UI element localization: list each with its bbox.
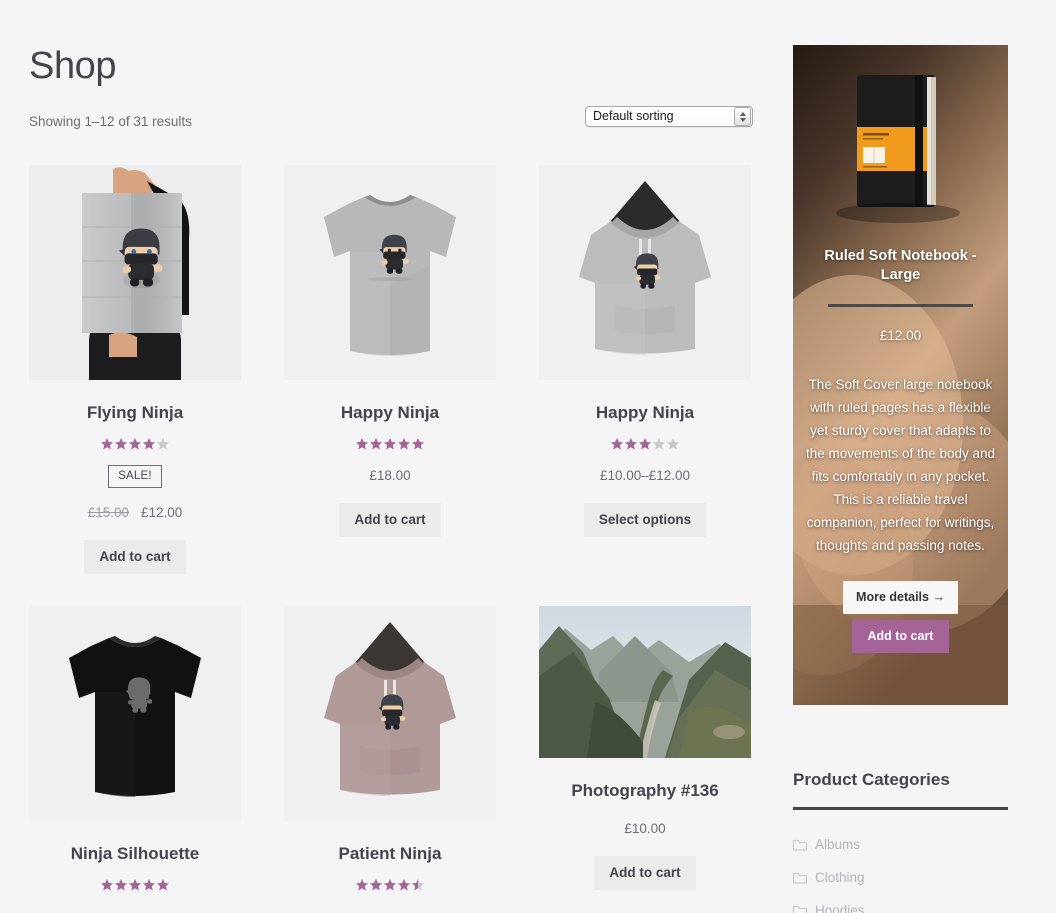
- featured-product-price: £12.00: [879, 328, 922, 343]
- product-title: Ninja Silhouette: [70, 844, 200, 863]
- product-grid: Flying Ninja SALE! £15.00 £12.00 Add to c…: [29, 165, 753, 913]
- star-rating: [29, 437, 241, 451]
- folder-icon: [793, 872, 807, 884]
- product-image-poster-ninja[interactable]: [29, 165, 241, 380]
- product-card[interactable]: Happy Ninja £18.00 Add to cart: [284, 165, 496, 574]
- product-title: Happy Ninja: [595, 403, 695, 422]
- sorting-selected-value: Default sorting: [593, 109, 674, 123]
- divider: [828, 304, 973, 307]
- sale-badge: SALE!: [108, 465, 162, 488]
- product-price: £15.00 £12.00: [29, 504, 241, 522]
- featured-product-description: The Soft Cover large notebook with ruled…: [805, 377, 996, 553]
- select-options-button[interactable]: Select options: [583, 503, 707, 537]
- star-rating: [539, 437, 751, 451]
- add-to-cart-button[interactable]: Add to cart: [594, 856, 696, 890]
- product-card[interactable]: Photography #136 £10.00 Add to cart: [539, 606, 751, 892]
- product-categories-widget: Product Categories Albums Clothing Hoodi…: [793, 769, 1008, 913]
- product-title: Flying Ninja: [86, 403, 184, 422]
- featured-add-to-cart-button[interactable]: Add to cart: [851, 620, 950, 653]
- sale-price: £12.00: [141, 505, 183, 520]
- featured-actions: More details → Add to cart: [805, 581, 996, 653]
- category-list: Albums Clothing Hoodies: [793, 831, 1008, 913]
- add-to-cart-button[interactable]: Add to cart: [339, 503, 441, 537]
- featured-product-title: Ruled Soft Notebook - Large: [824, 248, 977, 283]
- product-price: £18.00: [284, 467, 496, 485]
- product-image-mauve-hoodie[interactable]: [284, 606, 496, 821]
- category-item-albums[interactable]: Albums: [793, 831, 1008, 864]
- star-rating: [29, 878, 241, 892]
- star-rating: [284, 437, 496, 451]
- more-details-button[interactable]: More details →: [843, 581, 958, 614]
- category-label: Hoodies: [815, 903, 865, 913]
- price-value: £10.00: [624, 821, 666, 836]
- product-card[interactable]: Patient Ninja: [284, 606, 496, 892]
- product-title: Photography #136: [571, 781, 719, 800]
- shop-toolbar: Showing 1–12 of 31 results Default sorti…: [29, 106, 753, 144]
- stepper-arrows-icon[interactable]: [734, 107, 751, 126]
- divider: [793, 807, 1008, 810]
- featured-content: Ruled Soft Notebook - Large £12.00 The S…: [793, 247, 1008, 653]
- product-image-grey-tshirt[interactable]: [284, 165, 496, 380]
- add-to-cart-button[interactable]: Add to cart: [84, 540, 186, 574]
- product-image-black-tshirt[interactable]: [29, 606, 241, 821]
- product-card[interactable]: Ninja Silhouette: [29, 606, 241, 892]
- price-value: £18.00: [369, 468, 411, 483]
- original-price: £15.00: [87, 505, 129, 520]
- product-price: £10.00–£12.00: [539, 467, 751, 485]
- category-item-clothing[interactable]: Clothing: [793, 864, 1008, 897]
- product-title: Patient Ninja: [338, 844, 442, 863]
- product-title: Happy Ninja: [340, 403, 440, 422]
- price-range: £10.00–£12.00: [599, 468, 691, 483]
- category-item-hoodies[interactable]: Hoodies: [793, 897, 1008, 913]
- star-rating: [284, 878, 496, 892]
- product-card[interactable]: Happy Ninja £10.00–£12.00 Select options: [539, 165, 751, 574]
- sidebar: Ruled Soft Notebook - Large £12.00 The S…: [793, 45, 1008, 913]
- product-image-landscape-photo[interactable]: [539, 606, 751, 758]
- folder-icon: [793, 905, 807, 913]
- main-content: Shop Showing 1–12 of 31 results Default …: [29, 0, 753, 913]
- product-image-grey-hoodie[interactable]: [539, 165, 751, 380]
- shop-page: Shop Showing 1–12 of 31 results Default …: [0, 0, 1056, 913]
- category-label: Albums: [815, 837, 861, 852]
- product-price: £10.00: [539, 820, 751, 838]
- category-label: Clothing: [815, 870, 865, 885]
- page-title: Shop: [29, 45, 117, 87]
- widget-title: Product Categories: [793, 770, 950, 789]
- folder-icon: [793, 839, 807, 851]
- product-card[interactable]: Flying Ninja SALE! £15.00 £12.00 Add to c…: [29, 165, 241, 574]
- sorting-select[interactable]: Default sorting: [585, 106, 753, 127]
- featured-product-widget[interactable]: Ruled Soft Notebook - Large £12.00 The S…: [793, 45, 1008, 705]
